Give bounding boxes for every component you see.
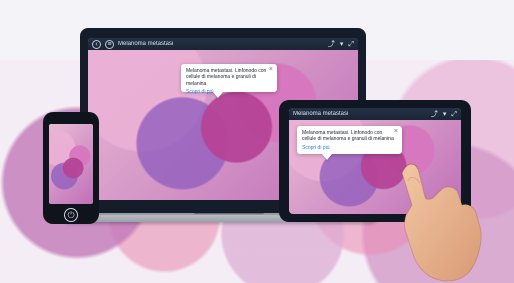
filter-icon[interactable]: ▾ bbox=[340, 41, 344, 48]
tablet-popover-link[interactable]: Scopri di più bbox=[302, 145, 330, 151]
tablet: Melanoma metastasi ⤴ ▾ ⤢ × Melanoma meta… bbox=[279, 100, 471, 222]
tablet-viewer-actions: ⤴ ▾ ⤢ bbox=[431, 111, 457, 118]
phone-home-button[interactable]: ⏻ bbox=[64, 208, 78, 222]
tablet-popover-text: Melanoma metastasi. Linfonodo con cellul… bbox=[302, 130, 394, 143]
menu-icon[interactable]: ≡ bbox=[105, 39, 114, 49]
popover-link[interactable]: Scopri di più bbox=[186, 89, 214, 95]
tablet-viewer-title: Melanoma metastasi bbox=[293, 111, 349, 117]
share-icon[interactable]: ⤴ bbox=[328, 41, 335, 48]
tablet-screen: Melanoma metastasi ⤴ ▾ ⤢ × Melanoma meta… bbox=[289, 108, 461, 214]
viewer-top-bar: ‹ ≡ Melanoma metastasi ⤴ ▾ ⤢ bbox=[88, 38, 358, 50]
viewer-actions: ⤴ ▾ ⤢ bbox=[328, 41, 354, 48]
annotation-popover: × Melanoma metastasi. Linfonodo con cell… bbox=[181, 64, 277, 95]
tablet-annotation-popover: × Melanoma metastasi. Linfonodo con cell… bbox=[297, 126, 402, 154]
tablet-viewer-top-bar: Melanoma metastasi ⤴ ▾ ⤢ bbox=[289, 108, 461, 120]
back-icon[interactable]: ‹ bbox=[92, 39, 101, 49]
tablet-share-icon[interactable]: ⤴ bbox=[431, 111, 438, 118]
popover-pointer bbox=[213, 92, 223, 98]
viewer-title: Melanoma metastasi bbox=[118, 41, 174, 47]
tablet-fullscreen-icon[interactable]: ⤢ bbox=[451, 111, 457, 118]
phone: ⏻ bbox=[43, 112, 99, 224]
tablet-close-icon[interactable]: × bbox=[394, 128, 398, 135]
close-icon[interactable]: × bbox=[269, 66, 273, 73]
tablet-filter-icon[interactable]: ▾ bbox=[443, 111, 447, 118]
fullscreen-icon[interactable]: ⤢ bbox=[348, 41, 354, 48]
phone-screen bbox=[49, 124, 93, 204]
tablet-popover-pointer bbox=[322, 154, 332, 160]
popover-text: Melanoma metastasi. Linfonodo con cellul… bbox=[186, 68, 267, 87]
